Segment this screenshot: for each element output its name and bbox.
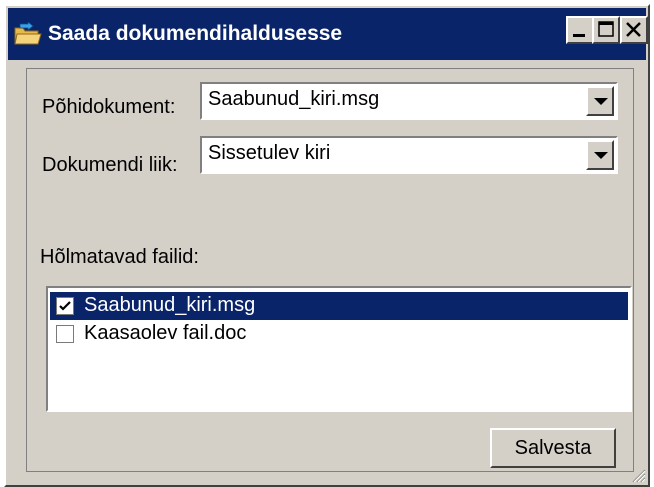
window-title: Saada dokumendihaldusesse <box>48 22 343 45</box>
list-item[interactable]: Kaasaolev fail.doc <box>50 320 628 348</box>
document-type-combo[interactable]: Sissetulev kiri <box>200 136 618 174</box>
chevron-down-icon <box>594 98 608 105</box>
main-document-combo[interactable]: Saabunud_kiri.msg <box>200 82 618 120</box>
list-item[interactable]: Saabunud_kiri.msg <box>50 292 628 320</box>
included-files-label: Hõlmatavad failid: <box>40 246 199 268</box>
dialog-window: Saada dokumendihaldusesse Põhidokument: … <box>4 4 650 487</box>
main-document-dropdown-button[interactable] <box>586 86 614 116</box>
main-document-value: Saabunud_kiri.msg <box>208 88 380 110</box>
save-button[interactable]: Salvesta <box>490 428 616 468</box>
included-files-list[interactable]: Saabunud_kiri.msg Kaasaolev fail.doc <box>46 286 632 412</box>
file-name: Saabunud_kiri.msg <box>84 294 256 316</box>
title-bar[interactable]: Saada dokumendihaldusesse <box>8 8 648 60</box>
minimize-button[interactable] <box>566 16 594 44</box>
document-type-value: Sissetulev kiri <box>208 142 331 164</box>
chevron-down-icon <box>594 152 608 159</box>
file-checkbox[interactable] <box>56 325 74 343</box>
close-button[interactable] <box>620 16 648 44</box>
resize-grip-icon[interactable] <box>630 467 646 483</box>
document-type-dropdown-button[interactable] <box>586 140 614 170</box>
main-document-label: Põhidokument: <box>42 96 176 118</box>
document-type-label: Dokumendi liik: <box>42 154 178 176</box>
maximize-button[interactable] <box>592 16 620 44</box>
folder-arrow-icon <box>14 21 42 46</box>
file-checkbox[interactable] <box>56 297 74 315</box>
checkmark-icon <box>59 301 71 311</box>
file-name: Kaasaolev fail.doc <box>84 322 247 344</box>
